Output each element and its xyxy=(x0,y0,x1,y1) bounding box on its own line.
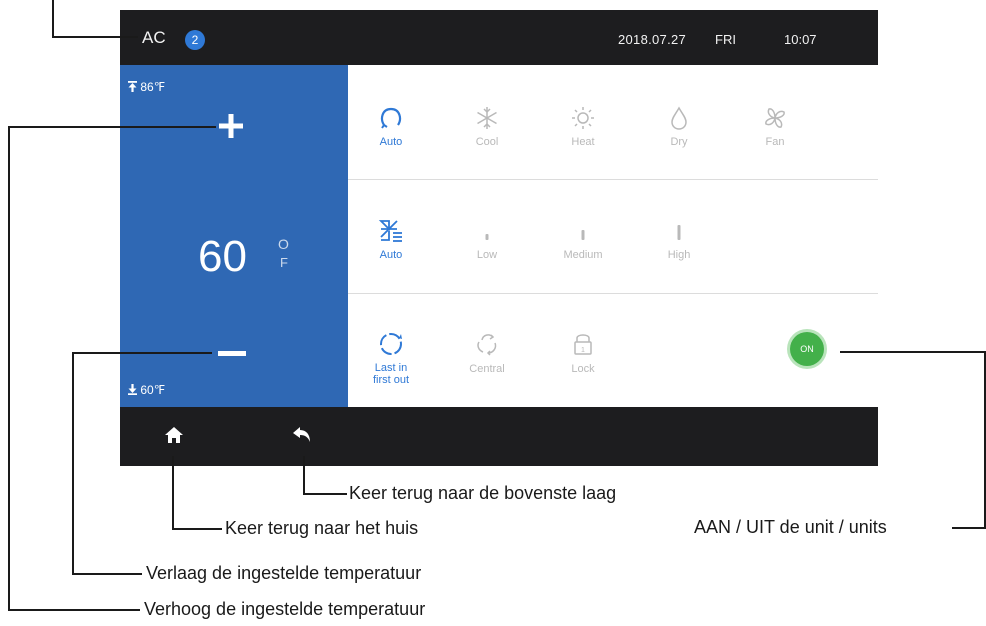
callout-line xyxy=(52,0,54,37)
speed-high-icon xyxy=(677,225,681,240)
mode-auto-label: Auto xyxy=(379,136,403,148)
temperature-panel: 86℉ 60 O F 60℉ xyxy=(120,65,348,407)
speed-medium-icon xyxy=(581,230,585,240)
temperature-unit: F xyxy=(280,255,288,270)
lock-option[interactable]: 1 Lock xyxy=(545,330,621,375)
sun-icon xyxy=(572,107,594,129)
fan-speed-row: Auto Low Medium High xyxy=(348,180,878,293)
max-temperature-value: 86℉ xyxy=(140,80,166,94)
set-temperature-value: 60 xyxy=(198,232,247,281)
time-display: 10:07 xyxy=(784,32,817,47)
max-temperature: 86℉ xyxy=(128,80,165,94)
mode-row: Auto Cool Heat Dry Fan xyxy=(348,65,878,178)
mode-cool-option[interactable]: Cool xyxy=(449,105,525,148)
lock-icon: 1 xyxy=(574,334,592,355)
mode-dry-label: Dry xyxy=(670,136,688,148)
date-display: 2018.07.27 xyxy=(618,32,687,47)
mode-fan-label: Fan xyxy=(765,136,785,148)
central-option[interactable]: Central xyxy=(449,330,525,375)
callout-line xyxy=(72,352,74,574)
snowflake-icon xyxy=(477,107,497,129)
callout-line xyxy=(303,493,347,495)
mode-cool-label: Cool xyxy=(475,136,499,148)
mode-heat-label: Heat xyxy=(571,136,595,148)
back-arrow-icon[interactable] xyxy=(292,426,312,444)
callout-line xyxy=(8,126,10,610)
droplet-icon xyxy=(671,106,687,130)
fan-speed-low-label: Low xyxy=(476,249,498,261)
callout-line xyxy=(952,527,986,529)
mode-dry-option[interactable]: Dry xyxy=(641,105,717,148)
callout-line xyxy=(172,456,174,529)
central-icon xyxy=(477,334,497,356)
ac-controller-screen: AC 2 2018.07.27 FRI 10:07 86℉ 60 O F 60℉… xyxy=(120,10,878,466)
callout-line xyxy=(840,351,986,353)
mode-fan-option[interactable]: Fan xyxy=(737,105,813,148)
mode-auto-option[interactable]: Auto xyxy=(353,105,429,148)
fan-speed-high-label: High xyxy=(667,249,691,261)
svg-text:1: 1 xyxy=(581,347,585,354)
min-temperature-value: 60℉ xyxy=(140,383,166,397)
callout-line xyxy=(72,573,142,575)
fan-speed-high-option[interactable]: High xyxy=(641,218,717,261)
bottom-nav-bar xyxy=(120,407,878,466)
fan-speed-medium-option[interactable]: Medium xyxy=(545,218,621,261)
weekday-display: FRI xyxy=(715,32,736,47)
fan-icon xyxy=(765,108,785,128)
callout-decrease: Verlaag de ingestelde temperatuur xyxy=(146,563,422,583)
central-label: Central xyxy=(469,363,505,375)
mode-auto-icon xyxy=(380,107,402,129)
last-in-first-out-icon xyxy=(380,333,402,355)
temperature-degree-symbol: O xyxy=(278,236,289,252)
fan-speed-auto-label: Auto xyxy=(379,249,403,261)
callout-line xyxy=(303,456,305,494)
last-in-first-out-option[interactable]: Last in first out xyxy=(353,330,429,386)
callout-power: AAN / UIT de unit / units xyxy=(694,517,887,537)
callout-line xyxy=(52,36,138,38)
device-count-badge[interactable]: 2 xyxy=(185,30,205,50)
max-temp-arrow-icon xyxy=(128,81,137,92)
fan-speed-auto-icon xyxy=(378,220,402,242)
callout-line xyxy=(8,126,216,128)
min-temperature: 60℉ xyxy=(128,383,165,397)
callout-line xyxy=(72,352,212,354)
callout-increase: Verhoog de ingestelde temperatuur xyxy=(144,599,426,619)
min-temp-arrow-icon xyxy=(128,384,137,395)
speed-low-icon xyxy=(485,234,489,240)
last-in-first-out-label: Last in first out xyxy=(372,362,410,386)
fan-speed-low-option[interactable]: Low xyxy=(449,218,525,261)
control-area: Auto Cool Heat Dry Fan Auto Low Medium H… xyxy=(348,65,878,407)
decrease-temperature-button[interactable] xyxy=(216,349,248,359)
lock-label: Lock xyxy=(571,363,595,375)
callout-line xyxy=(8,609,140,611)
callout-home: Keer terug naar het huis xyxy=(225,518,419,538)
home-icon[interactable] xyxy=(164,425,184,445)
top-bar: AC 2 2018.07.27 FRI 10:07 xyxy=(120,10,878,65)
callout-back: Keer terug naar de bovenste laag xyxy=(349,483,617,503)
fan-speed-auto-option[interactable]: Auto xyxy=(353,218,429,261)
increase-temperature-button[interactable] xyxy=(216,111,246,141)
fan-speed-medium-label: Medium xyxy=(563,249,603,261)
callout-line xyxy=(172,528,222,530)
power-toggle-button[interactable]: ON xyxy=(790,332,824,366)
device-type-label: AC xyxy=(142,28,166,47)
mode-heat-option[interactable]: Heat xyxy=(545,105,621,148)
